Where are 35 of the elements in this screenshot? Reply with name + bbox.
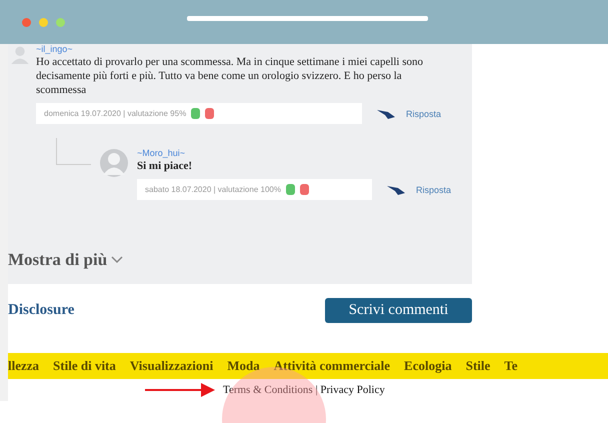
comment-text: Ho accettato di provarlo per una scommessa. Ma in cinque settimane i miei capelli sono decisamente più forti e più. Tutto va bene come un orologio svizzero. E ho perso la scommessa [36, 55, 424, 97]
chevron-down-icon [111, 256, 124, 264]
close-dot-icon[interactable] [22, 18, 31, 26]
reply-link[interactable]: Risposta [406, 108, 442, 118]
comment-date-rating: sabato 18.07.2020 | valutazione 100% [145, 185, 281, 194]
show-more-link[interactable]: Mostra di più [8, 250, 472, 276]
thumbs-down-icon[interactable] [300, 184, 309, 195]
category-link[interactable]: Stile [466, 358, 490, 374]
category-link[interactable]: Ecologia [404, 358, 452, 374]
maximize-dot-icon[interactable] [56, 18, 65, 26]
avatar-silhouette-icon [10, 44, 30, 64]
thumbs-up-icon[interactable] [286, 184, 295, 195]
category-link[interactable]: Visualizzazioni [130, 358, 214, 374]
disclosure-link[interactable]: Disclosure [8, 302, 74, 319]
minimize-dot-icon[interactable] [39, 18, 48, 26]
privacy-link[interactable]: Privacy Policy [320, 384, 385, 396]
pointer-arrow-icon [145, 383, 215, 397]
category-link[interactable]: llezza [8, 358, 40, 374]
comment-text: Si mi piace! [137, 159, 193, 173]
reply-arrow-icon[interactable] [376, 108, 396, 120]
category-link[interactable]: Te [504, 358, 518, 374]
write-comment-button[interactable]: Scrivi commenti [325, 298, 472, 323]
address-bar[interactable] [187, 16, 428, 20]
category-link[interactable]: Moda [227, 358, 260, 374]
thumbs-down-icon[interactable] [205, 108, 214, 119]
category-link[interactable]: Attività commerciale [274, 358, 390, 374]
reply-connector-line [56, 138, 91, 165]
comment-date-rating: domenica 19.07.2020 | valutazione 95% [44, 109, 186, 118]
category-link[interactable]: Stile di vita [53, 358, 116, 374]
terms-link[interactable]: Terms & Conditions [223, 384, 313, 396]
avatar-silhouette-icon [99, 148, 129, 178]
footer-separator: | [315, 384, 318, 396]
reply-link[interactable]: Risposta [416, 184, 452, 194]
reply-arrow-icon[interactable] [386, 184, 406, 196]
thumbs-up-icon[interactable] [191, 108, 200, 119]
